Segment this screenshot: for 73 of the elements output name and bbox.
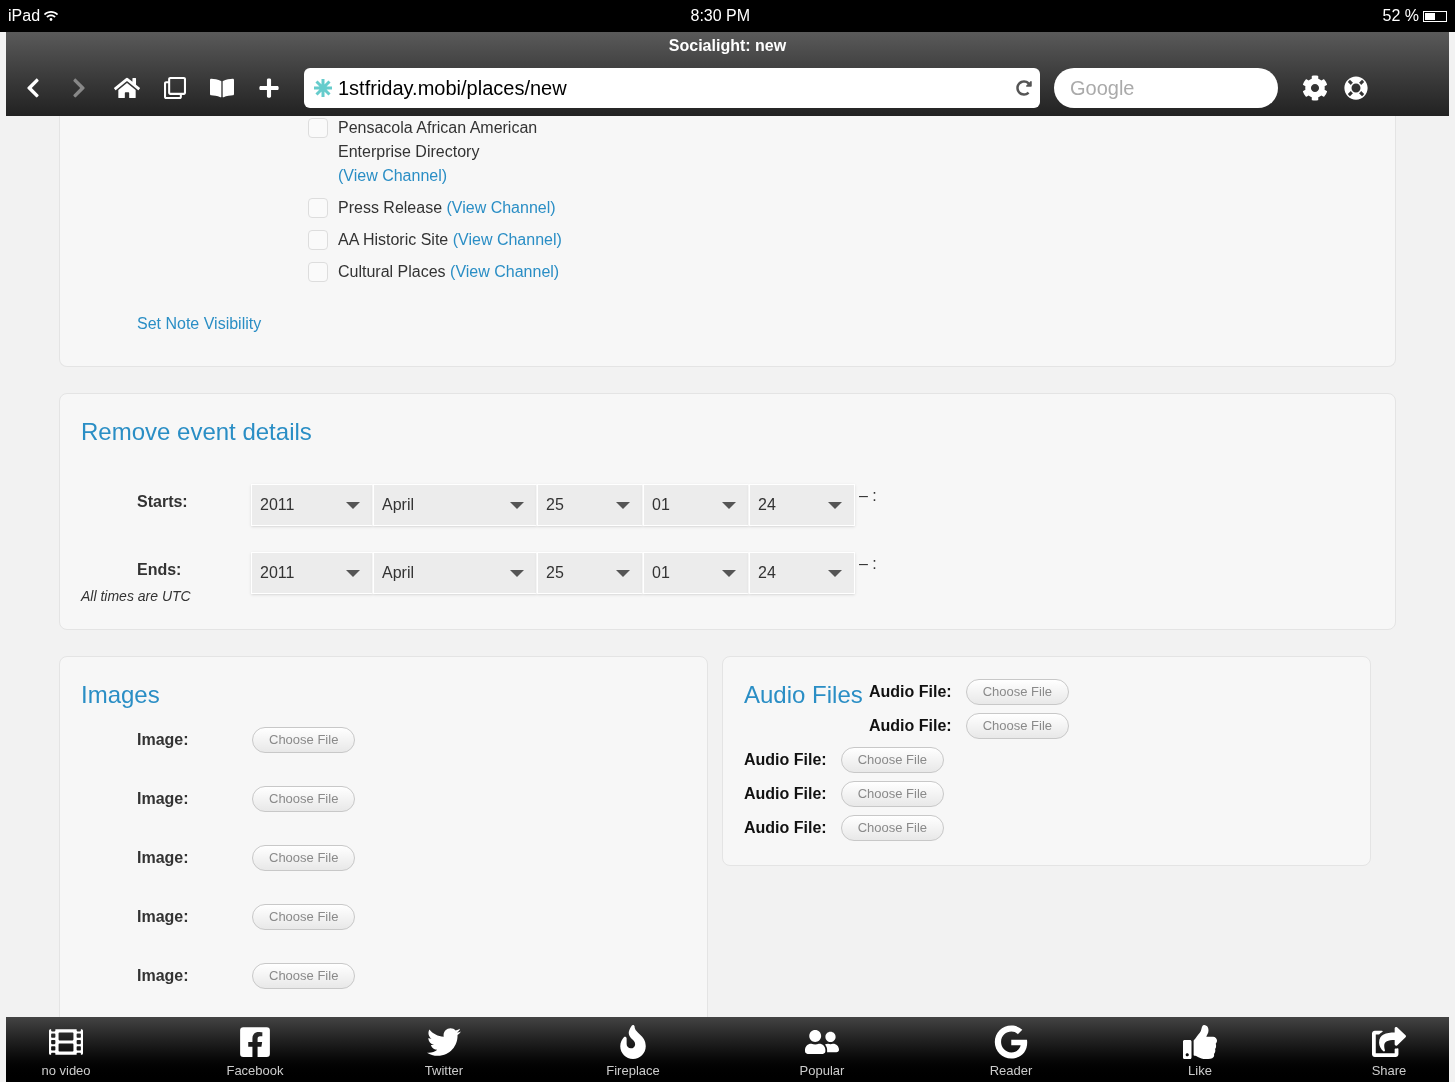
dropdown-select[interactable]: 25 bbox=[537, 552, 643, 594]
field-label: Audio File: bbox=[744, 818, 827, 838]
dropdown-select[interactable]: 01 bbox=[643, 552, 749, 594]
section-heading: Remove event details bbox=[81, 417, 313, 447]
dropdown-select[interactable]: 24 bbox=[749, 552, 855, 594]
dropdown-select[interactable]: 01 bbox=[643, 484, 749, 526]
caret-icon bbox=[510, 501, 524, 509]
field-label: Image: bbox=[136, 730, 190, 750]
caret-icon bbox=[616, 569, 630, 577]
checkbox[interactable] bbox=[308, 198, 328, 218]
caret-icon bbox=[346, 501, 360, 509]
home-icon[interactable] bbox=[114, 75, 140, 101]
tab-bar-item[interactable]: Fireplace bbox=[593, 1017, 673, 1082]
tab-bar-item[interactable]: Share bbox=[1349, 1017, 1429, 1082]
reload-icon[interactable] bbox=[1016, 80, 1032, 96]
channel-label: AA Historic Site (View Channel) bbox=[338, 230, 563, 250]
battery-icon bbox=[1423, 10, 1447, 22]
section-heading: Images bbox=[81, 680, 161, 710]
time-separator: – : bbox=[859, 554, 877, 574]
checkbox[interactable] bbox=[308, 230, 328, 250]
dropdown-select[interactable]: April bbox=[373, 552, 537, 594]
like-icon bbox=[1183, 1024, 1217, 1059]
timezone-note: All times are UTC bbox=[81, 587, 192, 606]
site-logo-icon bbox=[312, 77, 334, 99]
dropdown-select[interactable]: 24 bbox=[749, 484, 855, 526]
field-label: Audio File: bbox=[869, 716, 952, 736]
address-field[interactable]: 1stfriday.mobi/places/new bbox=[304, 68, 1040, 108]
time-separator: – : bbox=[859, 486, 877, 506]
bookmarks-icon[interactable] bbox=[210, 76, 234, 100]
checkbox[interactable] bbox=[308, 262, 328, 282]
field-label: Audio File: bbox=[869, 682, 952, 702]
field-label: Ends: bbox=[136, 560, 183, 580]
caret-icon bbox=[722, 501, 736, 509]
field-label: Image: bbox=[136, 907, 190, 927]
field-label: Image: bbox=[136, 966, 190, 986]
field-label: Audio File: bbox=[744, 784, 827, 804]
tab-bar-item[interactable]: Facebook bbox=[215, 1017, 295, 1082]
field-label: Image: bbox=[136, 848, 190, 868]
view-channel-link[interactable]: (View Channel) bbox=[446, 199, 556, 216]
device-name: iPad bbox=[8, 6, 41, 26]
field-label: Starts: bbox=[136, 492, 189, 512]
field-label: Audio File: bbox=[744, 750, 827, 770]
caret-icon bbox=[346, 569, 360, 577]
section-heading: Audio Files bbox=[744, 680, 863, 710]
dropdown-select[interactable]: 25 bbox=[537, 484, 643, 526]
channel-label: Press Release (View Channel) bbox=[338, 198, 557, 218]
checkbox[interactable] bbox=[308, 118, 328, 138]
dropdown-select[interactable]: 2011 bbox=[251, 484, 373, 526]
clock: 8:30 PM bbox=[689, 6, 752, 26]
pages-icon[interactable] bbox=[164, 77, 186, 99]
caret-icon bbox=[828, 501, 842, 509]
caret-icon bbox=[510, 569, 524, 577]
channel-label: Pensacola African American Enterprise Directory (View Channel) bbox=[338, 118, 539, 186]
add-icon[interactable] bbox=[258, 77, 280, 99]
tab-bar-item[interactable]: no video bbox=[26, 1017, 106, 1082]
dropdown-select[interactable]: April bbox=[373, 484, 537, 526]
settings-icon[interactable] bbox=[1302, 75, 1328, 101]
tab-bar-item[interactable]: Twitter bbox=[404, 1017, 484, 1082]
battery-level: 52 % bbox=[1382, 6, 1419, 26]
tab-bar-item[interactable]: Reader bbox=[971, 1017, 1051, 1082]
field-label: Image: bbox=[136, 789, 190, 809]
tab-bar-item[interactable]: Like bbox=[1160, 1017, 1240, 1082]
page-title: Socialight: new bbox=[667, 36, 788, 56]
caret-icon bbox=[616, 501, 630, 509]
facebook-icon bbox=[238, 1024, 272, 1059]
caret-icon bbox=[828, 569, 842, 577]
caret-icon bbox=[722, 569, 736, 577]
share-icon bbox=[1372, 1024, 1406, 1059]
wifi-icon bbox=[44, 9, 59, 23]
dropdown-select[interactable]: 2011 bbox=[251, 552, 373, 594]
channel-label: Cultural Places (View Channel) bbox=[338, 262, 561, 282]
search-field[interactable]: Google bbox=[1054, 68, 1278, 108]
tab-bar-item[interactable]: Popular bbox=[782, 1017, 862, 1082]
